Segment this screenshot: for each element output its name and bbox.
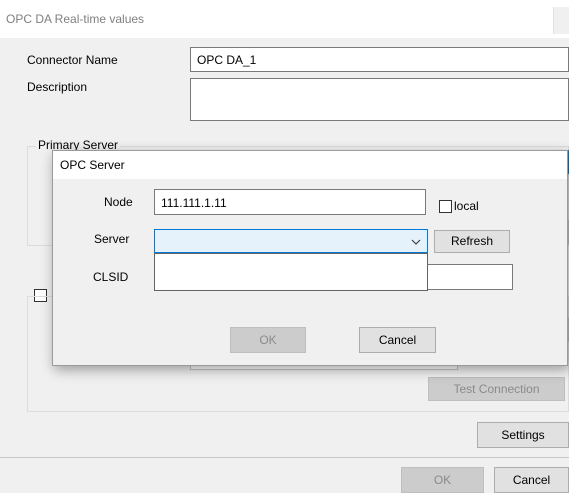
dialog-title: OPC Server (60, 158, 125, 172)
local-label: local (454, 199, 479, 213)
settings-button[interactable]: Settings (477, 422, 569, 448)
opc-server-dialog: OPC Server Node 111.111.1.11 local Serve… (52, 150, 568, 366)
description-input[interactable] (190, 78, 569, 121)
titlebar-edge (553, 7, 569, 34)
server-dropdown-list[interactable] (154, 253, 428, 291)
refresh-button[interactable]: Refresh (434, 230, 510, 253)
server-combobox[interactable] (154, 229, 428, 253)
server-label: Server (94, 232, 130, 246)
form-ok-button: OK (401, 467, 484, 493)
window-titlebar: OPC DA Real-time values (0, 0, 569, 38)
form-cancel-button[interactable]: Cancel (494, 467, 569, 493)
clsid-label: CLSID (93, 270, 129, 284)
node-label: Node (104, 195, 133, 209)
local-checkbox[interactable] (439, 200, 452, 213)
chevron-down-icon[interactable] (411, 239, 421, 245)
connector-name-label: Connector Name (27, 53, 118, 67)
node-value: 111.111.1.11 (161, 196, 227, 210)
dialog-titlebar: OPC Server (53, 151, 567, 179)
test-connection-button: Test Connection (428, 377, 565, 401)
dialog-cancel-button[interactable]: Cancel (359, 327, 436, 353)
bottom-separator (0, 457, 569, 458)
connector-name-input[interactable]: OPC DA_1 (190, 47, 569, 72)
connector-name-value: OPC DA_1 (197, 53, 257, 67)
dialog-ok-button: OK (230, 327, 306, 353)
description-label: Description (27, 80, 88, 94)
node-input[interactable]: 111.111.1.11 (154, 189, 426, 215)
window-title: OPC DA Real-time values (6, 12, 145, 26)
